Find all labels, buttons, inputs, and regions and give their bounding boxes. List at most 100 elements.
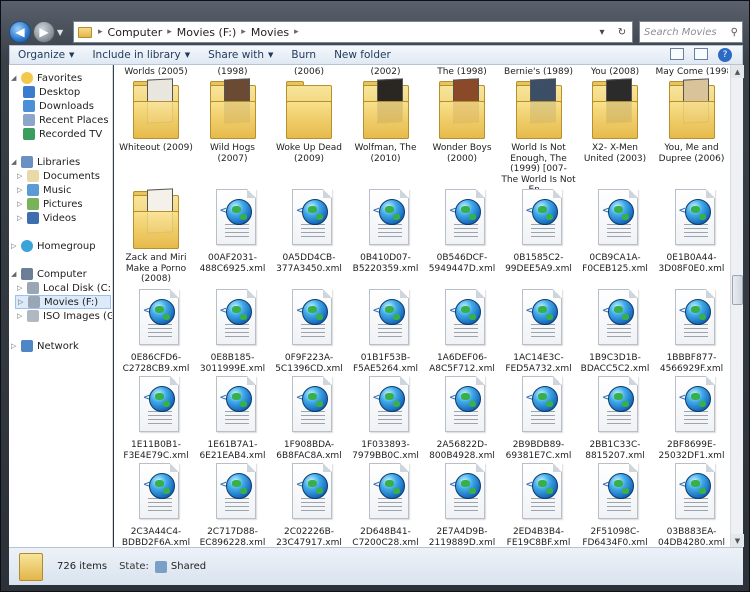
xml-file-item[interactable]: <> 2E7A4D9B-2119889D.xml [424,463,500,547]
recent-pages-dropdown[interactable]: ▼ [57,28,69,37]
xml-file-item[interactable]: <> 03B883EA-04DB4280.xml [654,463,730,547]
expand-arrow-icon[interactable]: ◢ [11,74,19,82]
scrollbar-thumb[interactable] [732,275,743,305]
breadcrumb-movies-drive[interactable]: Movies (F:) [174,26,240,39]
xml-file-item[interactable]: <> 0B410D07-B5220359.xml [348,189,424,274]
xml-file-item[interactable]: <> 1BBBF877-4566929F.xml [654,289,730,374]
xml-file-item[interactable]: <> 2A56822D-800B4928.xml [424,376,500,461]
nav-network[interactable]: ▷ Network [11,339,79,353]
expand-arrow-icon[interactable]: ◢ [11,270,19,278]
expand-arrow-icon[interactable]: ▷ [17,186,25,194]
expand-arrow-icon[interactable]: ▷ [17,284,25,292]
nav-desktop[interactable]: Desktop [23,85,80,99]
nav-local-disk[interactable]: ▷ Local Disk (C:) [17,281,112,295]
xml-file-item[interactable]: <> 1F033893-7979BB0C.xml [348,376,424,461]
nav-movies-drive[interactable]: ▷ Movies (F:) [15,295,111,309]
nav-downloads[interactable]: Downloads [23,99,94,113]
preview-pane-icon[interactable] [694,48,708,60]
xml-file-item[interactable]: <> 2C02226B-23C47917.xml [271,463,347,547]
nav-computer[interactable]: ◢ Computer [11,267,87,281]
xml-file-item[interactable]: <> 0E1B0A44-3D08F0E0.xml [654,189,730,274]
organize-button[interactable]: Organize ▼ [18,49,74,61]
xml-file-item[interactable]: <> 0CB9CA1A-F0CEB125.xml [577,189,653,274]
xml-file-item[interactable]: <> 2F51098C-FD6434F0.xml [577,463,653,547]
partial-row-labels: Worlds (2005) (1998) (2006) (2002) The (1998… [114,67,730,79]
xml-file-item[interactable]: <> 0E86CFD6-C2728CB9.xml [118,289,194,374]
vertical-scrollbar[interactable]: ▲ ▼ [730,65,744,547]
folder-icon [209,78,256,139]
folder-icon [592,78,638,139]
expand-arrow-icon[interactable]: ▷ [17,312,25,320]
folder-item[interactable]: Whiteout (2009) [118,78,194,154]
expand-arrow-icon[interactable]: ▷ [11,242,19,250]
nav-recorded-tv[interactable]: Recorded TV [23,127,102,141]
nav-pictures[interactable]: ▷ Pictures [17,197,83,211]
file-label: 2C02226B-23C47917.xml [276,527,342,547]
expand-arrow-icon[interactable]: ▷ [17,200,25,208]
xml-file-item[interactable]: <> 2D648B41-C7200C28.xml [348,463,424,547]
burn-button[interactable]: Burn [291,49,316,61]
include-in-library-button[interactable]: Include in library ▼ [92,49,190,61]
libraries-icon [21,156,33,168]
xml-file-item[interactable]: <> 1E11B0B1-F3E4E79C.xml [118,376,194,461]
scroll-up-icon[interactable]: ▲ [731,65,744,78]
xml-file-item[interactable]: <> 1F908BDA-6B8FAC8A.xml [271,376,347,461]
search-input[interactable]: Search Movies ⚲ [639,21,743,43]
forward-button[interactable]: ▶ [33,21,55,43]
folder-item[interactable]: Wild Hogs (2007) [195,78,271,164]
change-view-icon[interactable] [670,48,684,60]
nav-music[interactable]: ▷ Music [17,183,71,197]
scroll-down-icon[interactable]: ▼ [731,534,744,547]
chevron-right-icon[interactable]: ▸ [239,27,248,37]
breadcrumb-computer[interactable]: Computer [105,26,166,39]
folder-item[interactable]: Wonder Boys (2000) [424,78,500,164]
nav-favorites[interactable]: ◢ Favorites [11,71,82,85]
xml-file-item[interactable]: <> 0F9F223A-5C1396CD.xml [271,289,347,374]
xml-file-item[interactable]: <> 2C3A44C4-BDBD2F6A.xml [118,463,194,547]
xml-file-item[interactable]: <> 2BF8699E-25032DF1.xml [654,376,730,461]
xml-file-item[interactable]: <> 0E8B185-3011999E.xml [195,289,271,374]
nav-libraries[interactable]: ◢ Libraries [11,155,80,169]
breadcrumb-movies-folder[interactable]: Movies [248,26,292,39]
chevron-right-icon[interactable]: ▸ [165,27,174,37]
xml-file-item[interactable]: <> 1E61B7A1-6E21EAB4.xml [195,376,271,461]
xml-file-item[interactable]: <> 0A5DD4CB-377A3450.xml [271,189,347,274]
chevron-right-icon[interactable]: ▸ [292,27,301,37]
xml-file-item[interactable]: <> 1B9C3D1B-BDACC5C2.xml [577,289,653,374]
folder-item[interactable]: Wolfman, The (2010) [348,78,424,164]
expand-arrow-icon[interactable]: ▷ [17,214,25,222]
nav-documents[interactable]: ▷ Documents [17,169,100,183]
xml-file-item[interactable]: <> 00AF2031-488C6925.xml [195,189,271,274]
folder-item[interactable]: X2- X-Men United (2003) [577,78,653,164]
refresh-icon[interactable]: ↻ [614,24,630,40]
expand-arrow-icon[interactable]: ▷ [17,172,25,180]
expand-arrow-icon[interactable]: ◢ [11,158,19,166]
expand-arrow-icon[interactable]: ▷ [18,298,26,306]
new-folder-button[interactable]: New folder [334,49,391,61]
expand-arrow-icon[interactable]: ▷ [11,342,19,350]
xml-file-item[interactable]: <> 2B9BDB89-69381E7C.xml [501,376,577,461]
nav-homegroup[interactable]: ▷ Homegroup [11,239,96,253]
chevron-down-icon[interactable]: ▾ [594,24,610,40]
folder-icon [362,78,409,139]
folder-item[interactable]: Woke Up Dead (2009) [271,79,347,164]
xml-file-item[interactable]: <> 1A6DEF06-A8C5F712.xml [424,289,500,374]
folder-item[interactable]: You, Me and Dupree (2006) [654,78,730,164]
nav-videos[interactable]: ▷ Videos [17,211,76,225]
nav-iso-images[interactable]: ▷ ISO Images (G:) [17,309,112,323]
xml-file-item[interactable]: <> 2BB1C33C-8815207.xml [577,376,653,461]
xml-file-item[interactable]: <> 0B546DCF-5949447D.xml [424,189,500,274]
xml-file-item[interactable]: <> 01B1F53B-F5AE5264.xml [348,289,424,374]
xml-file-item[interactable]: <> 0B1585C2-99DEE5A9.xml [501,189,577,274]
address-bar[interactable]: ▸ Computer ▸ Movies (F:) ▸ Movies ▸ ▾ ↻ [73,21,633,43]
back-button[interactable]: ◀ [9,21,31,43]
folder-item[interactable]: World Is Not Enough, The (1999) [007- Th… [501,78,577,196]
search-icon[interactable]: ⚲ [731,27,738,38]
folder-item[interactable]: Zack and Miri Make a Porno (2008) [118,188,194,285]
xml-file-item[interactable]: <> 2C717D88-EC896228.xml [195,463,271,547]
share-with-button[interactable]: Share with ▼ [208,49,273,61]
help-icon[interactable]: ? [718,48,732,62]
nav-recent-places[interactable]: Recent Places [23,113,109,127]
xml-file-item[interactable]: <> 2ED4B3B4-FE19C8BF.xml [501,463,577,547]
xml-file-item[interactable]: <> 1AC14E3C-FED5A732.xml [501,289,577,374]
